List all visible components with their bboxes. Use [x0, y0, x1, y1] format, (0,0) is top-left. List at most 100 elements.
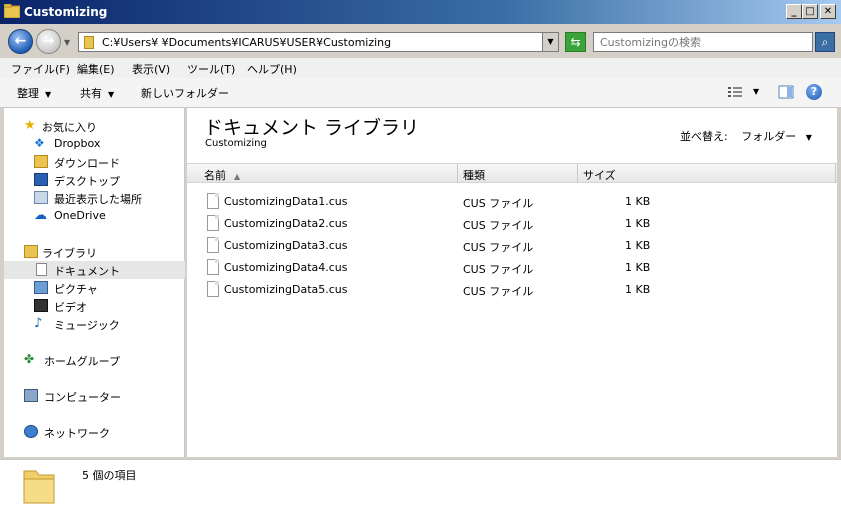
- nav-downloads[interactable]: ダウンロード: [4, 153, 185, 171]
- file-icon: [207, 237, 219, 253]
- minimize-button[interactable]: _: [786, 4, 802, 19]
- nav-label: ダウンロード: [54, 157, 120, 170]
- search-input[interactable]: [594, 33, 812, 51]
- menu-help[interactable]: ヘルプ(H): [247, 61, 297, 77]
- nav-label: Dropbox: [54, 137, 101, 150]
- file-row[interactable]: CustomizingData3.cus CUS ファイル 1 KB: [187, 236, 837, 256]
- view-dropdown-icon[interactable]: ▼: [753, 84, 769, 100]
- column-divider[interactable]: [457, 164, 458, 183]
- nav-documents[interactable]: ドキュメント: [4, 261, 185, 279]
- document-icon: [36, 263, 47, 276]
- history-dropdown-icon[interactable]: ▼: [64, 38, 70, 47]
- share-button[interactable]: 共有 ▼: [80, 85, 114, 101]
- recent-places-icon: [34, 191, 48, 204]
- menu-view[interactable]: 表示(V): [132, 61, 170, 77]
- download-folder-icon: [34, 155, 48, 168]
- address-path[interactable]: C:¥Users¥ ¥Documents¥ICARUS¥USER¥Customi…: [102, 36, 391, 49]
- nav-music[interactable]: ♪ ミュージック: [4, 315, 185, 333]
- file-icon: [207, 259, 219, 275]
- library-icon: [24, 245, 38, 258]
- nav-desktop[interactable]: デスクトップ: [4, 171, 185, 189]
- chevron-down-icon: ▼: [45, 90, 52, 99]
- file-icon: [207, 215, 219, 231]
- maximize-button[interactable]: □: [802, 4, 818, 19]
- column-divider[interactable]: [835, 164, 836, 183]
- nav-label: コンピューター: [44, 391, 121, 404]
- menu-file[interactable]: ファイル(F): [11, 61, 70, 77]
- network-icon: [24, 425, 38, 438]
- menu-tools[interactable]: ツール(T): [187, 61, 235, 77]
- organize-label: 整理: [17, 87, 39, 100]
- nav-videos[interactable]: ビデオ: [4, 297, 185, 315]
- pictures-icon: [34, 281, 48, 294]
- sort-value: フォルダー: [741, 130, 797, 143]
- nav-dropbox[interactable]: ❖ Dropbox: [4, 135, 185, 153]
- nav-onedrive[interactable]: ☁ OneDrive: [4, 207, 185, 225]
- menu-edit[interactable]: 編集(E): [77, 61, 115, 77]
- search-box[interactable]: [593, 32, 813, 52]
- dropbox-icon: ❖: [34, 136, 45, 150]
- window-title: Customizing: [24, 5, 108, 19]
- file-name: CustomizingData1.cus: [224, 195, 348, 208]
- column-name[interactable]: 名前 ▲: [204, 167, 240, 183]
- nav-favorites[interactable]: ★ お気に入り: [4, 117, 185, 135]
- close-button[interactable]: ✕: [820, 4, 836, 19]
- nav-label: OneDrive: [54, 209, 106, 222]
- search-icon[interactable]: ⌕: [815, 32, 835, 52]
- chevron-down-icon: ▼: [805, 133, 812, 142]
- forward-button[interactable]: →: [36, 29, 61, 54]
- nav-homegroup[interactable]: ✤ ホームグループ: [4, 351, 185, 369]
- library-subtitle: Customizing: [205, 138, 267, 149]
- nav-label: ドキュメント: [54, 265, 120, 278]
- music-icon: ♪: [34, 316, 43, 331]
- file-name: CustomizingData4.cus: [224, 261, 348, 274]
- address-bar[interactable]: C:¥Users¥ ¥Documents¥ICARUS¥USER¥Customi…: [78, 32, 559, 52]
- address-dropdown-icon[interactable]: ▼: [542, 33, 558, 51]
- menu-bar: ファイル(F) 編集(E) 表示(V) ツール(T) ヘルプ(H): [0, 58, 841, 78]
- folder-icon: [84, 36, 94, 49]
- homegroup-icon: ✤: [24, 352, 35, 366]
- file-name: CustomizingData2.cus: [224, 217, 348, 230]
- nav-libraries[interactable]: ライブラリ: [4, 243, 185, 261]
- back-button[interactable]: ←: [8, 29, 33, 54]
- help-icon[interactable]: ?: [806, 84, 822, 100]
- share-label: 共有: [80, 87, 102, 100]
- column-divider[interactable]: [577, 164, 578, 183]
- refresh-button[interactable]: ⇆: [565, 32, 586, 52]
- cloud-icon: ☁: [34, 208, 47, 223]
- file-row[interactable]: CustomizingData5.cus CUS ファイル 1 KB: [187, 280, 837, 300]
- file-row[interactable]: CustomizingData2.cus CUS ファイル 1 KB: [187, 214, 837, 234]
- file-row[interactable]: CustomizingData4.cus CUS ファイル 1 KB: [187, 258, 837, 278]
- file-type: CUS ファイル: [463, 197, 534, 210]
- item-count: 5 個の項目: [82, 469, 137, 482]
- navigation-pane: ★ お気に入り ❖ Dropbox ダウンロード デスクトップ 最近表示した場所…: [4, 108, 185, 457]
- new-folder-button[interactable]: 新しいフォルダー: [141, 85, 229, 101]
- column-type[interactable]: 種類: [463, 167, 485, 183]
- file-type: CUS ファイル: [463, 285, 534, 298]
- sort-label: 並べ替え:: [680, 130, 728, 143]
- arrow-right-icon: →: [42, 33, 55, 49]
- file-size: 1 KB: [625, 239, 651, 252]
- file-name: CustomizingData3.cus: [224, 239, 348, 252]
- nav-label: ビデオ: [54, 301, 87, 314]
- file-type: CUS ファイル: [463, 219, 534, 232]
- library-title: ドキュメント ライブラリ: [204, 117, 420, 139]
- nav-computer[interactable]: コンピューター: [4, 387, 185, 405]
- chevron-down-icon: ▼: [108, 90, 115, 99]
- column-size[interactable]: サイズ: [583, 167, 616, 183]
- nav-recent[interactable]: 最近表示した場所: [4, 189, 185, 207]
- command-bar: 整理 ▼ 共有 ▼ 新しいフォルダー ▼ ?: [0, 78, 841, 108]
- file-row[interactable]: CustomizingData1.cus CUS ファイル 1 KB: [187, 192, 837, 212]
- sort-control[interactable]: 並べ替え: フォルダー ▼: [680, 128, 812, 144]
- view-options-icon[interactable]: [727, 84, 743, 100]
- file-list-pane: ドキュメント ライブラリ Customizing 並べ替え: フォルダー ▼ 名…: [187, 108, 837, 457]
- nav-network[interactable]: ネットワーク: [4, 423, 185, 441]
- video-icon: [34, 299, 48, 312]
- organize-button[interactable]: 整理 ▼: [17, 85, 51, 101]
- file-type: CUS ファイル: [463, 263, 534, 276]
- title-bar: Customizing _ □ ✕: [0, 0, 841, 24]
- nav-pictures[interactable]: ピクチャ: [4, 279, 185, 297]
- preview-pane-icon[interactable]: [778, 84, 794, 100]
- nav-label: ミュージック: [54, 319, 120, 332]
- details-pane: 5 個の項目: [0, 459, 841, 513]
